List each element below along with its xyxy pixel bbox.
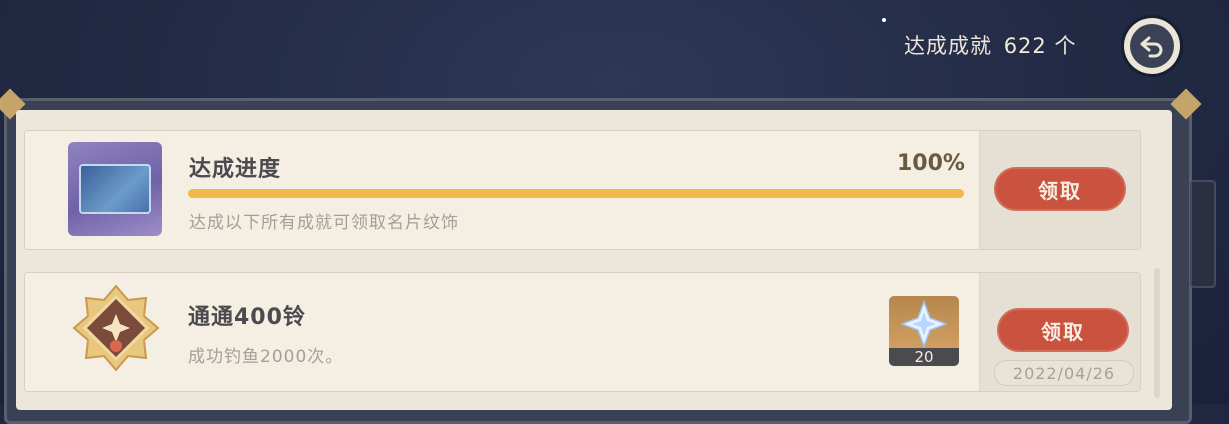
achievement-counter-value: 622	[1003, 34, 1047, 58]
back-button[interactable]	[1124, 18, 1180, 74]
achievement-counter-label: 达成成就	[904, 34, 992, 58]
frame-corner-ornament	[1170, 88, 1202, 120]
achievement-card	[24, 272, 1141, 392]
reward-quantity: 20	[889, 348, 959, 366]
achievement-counter-unit: 个	[1054, 34, 1077, 58]
reward-item[interactable]: 20	[889, 296, 959, 366]
star-decoration	[882, 18, 886, 22]
namecard-icon	[68, 142, 162, 236]
achievement-title: 通通400铃	[188, 305, 306, 330]
achievement-medal-icon	[72, 284, 160, 372]
claim-reward-button[interactable]: 领取	[997, 308, 1129, 352]
achievement-description: 成功钓鱼2000次。	[188, 347, 344, 367]
achievement-counter: 达成成就 622 个	[904, 30, 1076, 60]
claim-namecard-button[interactable]: 领取	[994, 167, 1126, 211]
progress-description: 达成以下所有成就可领取名片纹饰	[189, 213, 459, 233]
achievement-date: 2022/04/26	[994, 360, 1134, 386]
progress-title: 达成进度	[189, 157, 282, 182]
side-scroll-handle[interactable]	[1190, 180, 1216, 288]
progress-bar	[188, 189, 964, 198]
progress-percent: 100%	[897, 151, 965, 176]
back-arrow-icon	[1140, 36, 1163, 58]
list-scrollbar[interactable]	[1154, 268, 1160, 398]
progress-bar-fill	[188, 189, 964, 198]
primogem-icon	[900, 300, 948, 348]
